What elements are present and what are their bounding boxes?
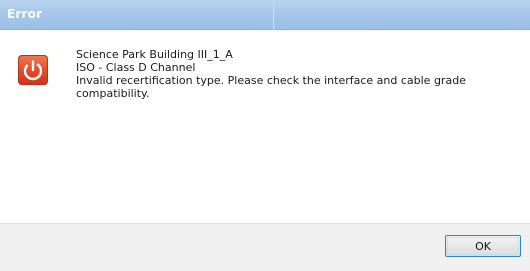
title-bar[interactable]: Error — [0, 0, 530, 30]
dialog-title: Error — [7, 7, 43, 21]
message-block: Science Park Building III_1_A ISO - Clas… — [76, 48, 516, 100]
ok-button-label: OK — [475, 240, 491, 253]
message-line-error: Invalid recertification type. Please che… — [76, 74, 466, 100]
dialog-content: Science Park Building III_1_A ISO - Clas… — [0, 30, 530, 223]
error-power-icon — [18, 55, 48, 85]
dialog-footer: OK — [0, 223, 530, 271]
message-line-site: Science Park Building III_1_A — [76, 48, 233, 61]
ok-button[interactable]: OK — [445, 235, 521, 257]
message-line-standard: ISO - Class D Channel — [76, 61, 196, 74]
title-bar-divider — [273, 0, 274, 30]
error-dialog: Error Science Park Building III_1_A ISO … — [0, 0, 530, 271]
